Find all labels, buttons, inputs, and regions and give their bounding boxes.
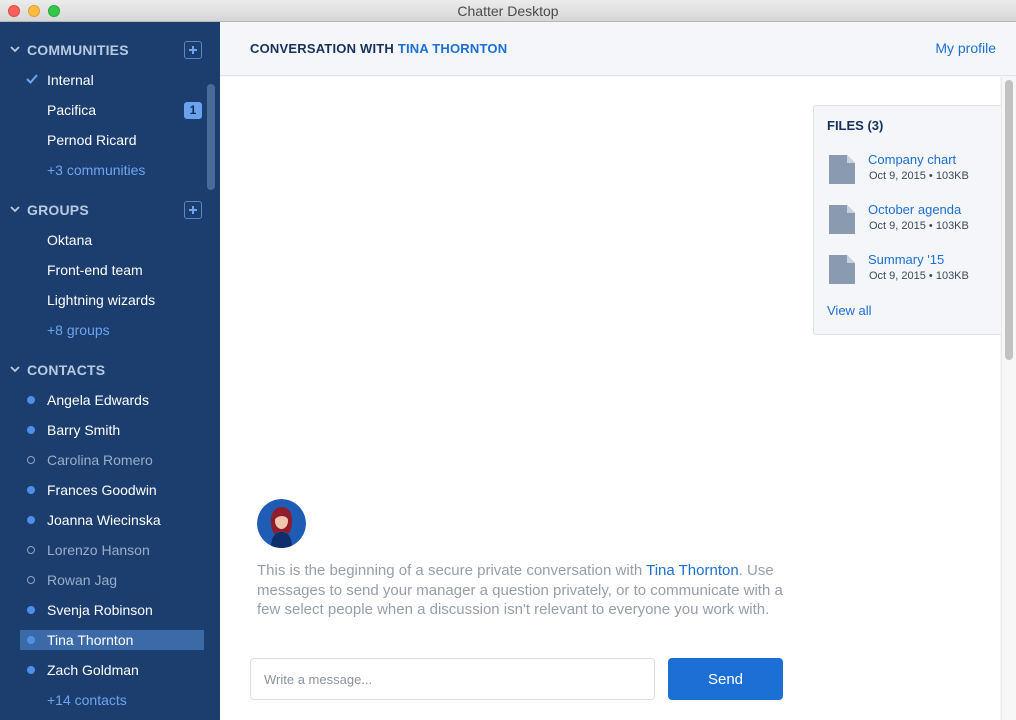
community-label: Internal [47, 72, 94, 88]
contact-avatar-image [257, 499, 306, 548]
contact-label: Zach Goldman [47, 662, 139, 678]
online-status-dot [27, 516, 35, 524]
intro-text-start: This is the beginning of a secure privat… [257, 562, 647, 579]
file-meta: Oct 9, 2015 • 103KB [869, 270, 969, 282]
file-name[interactable]: October agenda [868, 202, 961, 217]
more-groups-link[interactable]: +8 groups [20, 320, 204, 340]
contact-label: Rowan Jag [47, 572, 118, 588]
file-meta: Oct 9, 2015 • 103KB [869, 220, 969, 232]
contacts-section-header[interactable]: CONTACTS [0, 355, 220, 385]
community-item-internal[interactable]: Internal [20, 70, 204, 90]
contacts-title: CONTACTS [27, 362, 106, 378]
more-communities-label: +3 communities [47, 162, 146, 178]
checkmark-icon [26, 74, 38, 84]
group-item-front-end-team[interactable]: Front-end team [20, 260, 204, 280]
contact-label: Joanna Wiecinska [47, 512, 161, 528]
chevron-down-icon [10, 46, 20, 53]
groups-section-header[interactable]: GROUPS [0, 195, 220, 225]
conversation-title: CONVERSATION WITH TINA THORNTON [250, 41, 507, 56]
files-panel: FILES (3) Company chart Oct 9, 2015 • 10… [813, 105, 1001, 335]
contact-item[interactable]: Rowan Jag [20, 570, 204, 590]
group-item-oktana[interactable]: Oktana [20, 230, 204, 250]
view-all-files-link[interactable]: View all [827, 303, 872, 318]
community-item-pacifica[interactable]: Pacifica 1 [20, 100, 204, 120]
online-status-dot [27, 396, 35, 404]
file-meta: Oct 9, 2015 • 103KB [869, 170, 969, 182]
group-label: Front-end team [47, 262, 143, 278]
intro-contact-link[interactable]: Tina Thornton [646, 562, 739, 579]
online-status-dot [27, 606, 35, 614]
contact-label: Angela Edwards [47, 392, 149, 408]
chevron-down-icon [10, 206, 20, 213]
avatar[interactable] [257, 499, 306, 548]
communities-section-header[interactable]: COMMUNITIES [0, 35, 220, 65]
main-scrollbar[interactable] [1001, 77, 1016, 720]
contact-item[interactable]: Joanna Wiecinska [20, 510, 204, 530]
contact-label: Lorenzo Hanson [47, 542, 150, 558]
more-groups-label: +8 groups [47, 322, 110, 338]
files-title: FILES (3) [827, 118, 884, 133]
file-item[interactable]: Summary '15 Oct 9, 2015 • 103KB [828, 252, 998, 292]
contact-item[interactable]: Zach Goldman [20, 660, 204, 680]
file-item[interactable]: October agenda Oct 9, 2015 • 103KB [828, 202, 998, 242]
group-label: Oktana [47, 232, 93, 248]
communities-title: COMMUNITIES [27, 42, 129, 58]
contact-label: Svenja Robinson [47, 602, 153, 618]
contact-item[interactable]: Lorenzo Hanson [20, 540, 204, 560]
conversation-intro-text: This is the beginning of a secure privat… [257, 561, 787, 620]
more-communities-link[interactable]: +3 communities [20, 160, 204, 180]
offline-status-dot [27, 576, 35, 584]
online-status-dot [27, 666, 35, 674]
file-name[interactable]: Company chart [868, 152, 956, 167]
contact-item[interactable]: Frances Goodwin [20, 480, 204, 500]
contact-label: Frances Goodwin [47, 482, 157, 498]
window-titlebar: Chatter Desktop [0, 0, 1016, 22]
add-group-button[interactable] [184, 201, 202, 219]
community-label: Pacifica [47, 102, 97, 118]
online-status-dot [27, 636, 35, 644]
file-name[interactable]: Summary '15 [868, 252, 944, 267]
contact-item[interactable]: Svenja Robinson [20, 600, 204, 620]
more-contacts-label: +14 contacts [47, 692, 127, 708]
document-icon [829, 255, 855, 284]
contact-label: Tina Thornton [47, 632, 134, 648]
add-community-button[interactable] [184, 41, 202, 59]
contact-label: Carolina Romero [47, 452, 153, 468]
contact-item[interactable]: Angela Edwards [20, 390, 204, 410]
unread-count-badge: 1 [184, 102, 202, 119]
scrollbar-thumb[interactable] [1005, 80, 1013, 360]
groups-title: GROUPS [27, 202, 89, 218]
send-button[interactable]: Send [668, 658, 783, 700]
document-icon [829, 205, 855, 234]
online-status-dot [27, 486, 35, 494]
file-item[interactable]: Company chart Oct 9, 2015 • 103KB [828, 152, 998, 192]
chevron-down-icon [10, 366, 20, 373]
sidebar: COMMUNITIES Internal Pacifica 1 Pernod R… [0, 22, 220, 720]
conversation-title-name[interactable]: TINA THORNTON [398, 41, 507, 56]
sidebar-scrollbar[interactable] [207, 84, 215, 190]
more-contacts-link[interactable]: +14 contacts [20, 690, 204, 710]
my-profile-link[interactable]: My profile [935, 40, 996, 56]
community-label: Pernod Ricard [47, 132, 137, 148]
group-item-lightning-wizards[interactable]: Lightning wizards [20, 290, 204, 310]
window-title: Chatter Desktop [457, 3, 559, 19]
contact-item[interactable]: Barry Smith [20, 420, 204, 440]
contact-item-selected[interactable]: Tina Thornton [20, 630, 204, 650]
online-status-dot [27, 426, 35, 434]
contact-label: Barry Smith [47, 422, 121, 438]
group-label: Lightning wizards [47, 292, 156, 308]
contact-item[interactable]: Carolina Romero [20, 450, 204, 470]
community-item-pernod-ricard[interactable]: Pernod Ricard [20, 130, 204, 150]
offline-status-dot [27, 546, 35, 554]
conversation-title-prefix: CONVERSATION WITH [250, 41, 394, 56]
document-icon [829, 155, 855, 184]
conversation-header: CONVERSATION WITH TINA THORNTON My profi… [220, 22, 1016, 76]
message-input[interactable] [250, 658, 655, 700]
offline-status-dot [27, 456, 35, 464]
